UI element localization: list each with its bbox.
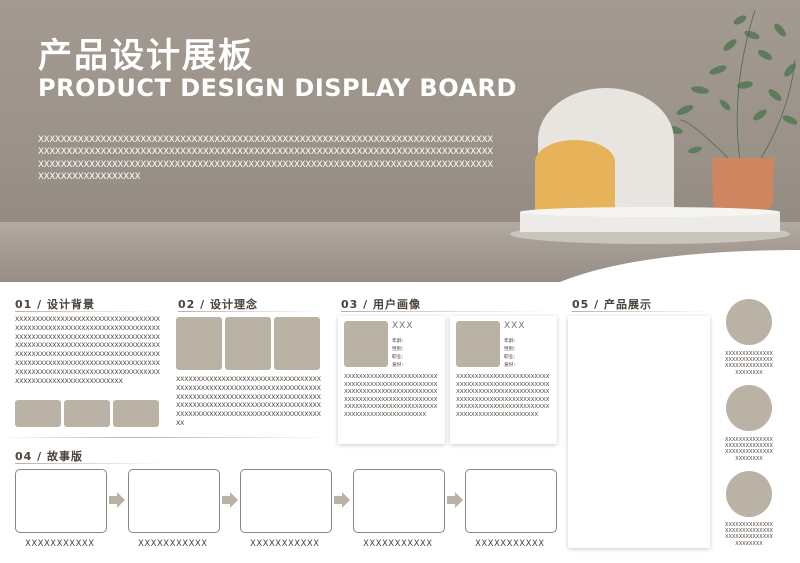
persona-name: XXX <box>504 321 526 331</box>
storyboard-caption-5: XXXXXXXXXXX <box>475 539 545 549</box>
row-divider <box>0 437 330 438</box>
concept-text: XXXXXXXXXXXXXXXXXXXXXXXXXXXXXXXXXXXXXXXX… <box>176 376 321 427</box>
background-image-3 <box>113 400 159 427</box>
section-title-showcase: 05 / 产品展示 <box>572 298 652 311</box>
background-text: XXXXXXXXXXXXXXXXXXXXXXXXXXXXXXXXXXXXXXXX… <box>15 316 160 385</box>
section-divider <box>178 311 323 312</box>
storyboard-caption-3: XXXXXXXXXXX <box>250 539 320 549</box>
persona-field: 职业: <box>392 355 404 360</box>
concept-image-3 <box>274 317 320 370</box>
page-title: 产品设计展板 <box>38 36 254 76</box>
section-title-concept: 02 / 设计理念 <box>178 298 258 311</box>
arrow-right-icon <box>447 492 463 508</box>
storyboard-frame-1 <box>15 469 107 533</box>
hero-banner: 产品设计展板 PRODUCT DESIGN DISPLAY BOARD XXXX… <box>0 0 800 282</box>
persona-text: XXXXXXXXXXXXXXXXXXXXXXXXXXXXXXXXXXXXXXXX… <box>456 374 550 418</box>
persona-field: 职业: <box>504 355 516 360</box>
background-image-2 <box>64 400 110 427</box>
persona-text: XXXXXXXXXXXXXXXXXXXXXXXXXXXXXXXXXXXXXXXX… <box>344 374 438 418</box>
section-divider <box>15 311 160 312</box>
persona-avatar <box>344 321 388 367</box>
persona-field: 爱好: <box>504 363 516 368</box>
section-title-persona: 03 / 用户画像 <box>341 298 421 311</box>
persona-field: 性别: <box>392 347 404 352</box>
concept-image-1 <box>176 317 222 370</box>
storyboard-caption-4: XXXXXXXXXXX <box>363 539 433 549</box>
product-image-2 <box>726 385 772 431</box>
section-title-storyboard: 04 / 故事版 <box>15 450 83 463</box>
product-caption-1: XXXXXXXXXXXXXXXXXXXXXXXXXXXXXXXXXXXXXXXX… <box>725 351 773 376</box>
persona-card-2: XXX 年龄: 性别: 职业: 爱好: XXXXXXXXXXXXXXXXXXXX… <box>450 316 557 444</box>
storyboard-frame-3 <box>240 469 332 533</box>
section-divider <box>572 311 712 312</box>
storyboard-caption-2: XXXXXXXXXXX <box>138 539 208 549</box>
product-image-3 <box>726 471 772 517</box>
section-divider <box>15 463 165 464</box>
persona-field: 爱好: <box>392 363 404 368</box>
background-image-1 <box>15 400 61 427</box>
section-title-background: 01 / 设计背景 <box>15 298 95 311</box>
product-caption-3: XXXXXXXXXXXXXXXXXXXXXXXXXXXXXXXXXXXXXXXX… <box>725 522 773 547</box>
arrow-right-icon <box>109 492 125 508</box>
persona-field: 年龄: <box>504 339 516 344</box>
section-divider <box>341 311 551 312</box>
concept-image-2 <box>225 317 271 370</box>
storyboard-caption-1: XXXXXXXXXXX <box>25 539 95 549</box>
storyboard-frame-5 <box>465 469 557 533</box>
persona-field: 性别: <box>504 347 516 352</box>
product-image-1 <box>726 299 772 345</box>
product-showcase-panel <box>568 316 710 548</box>
persona-field: 年龄: <box>392 339 404 344</box>
intro-text: XXXXXXXXXXXXXXXXXXXXXXXXXXXXXXXXXXXXXXXX… <box>38 135 493 182</box>
arrow-right-icon <box>222 492 238 508</box>
storyboard-frame-2 <box>128 469 220 533</box>
storyboard-frame-4 <box>353 469 445 533</box>
product-caption-2: XXXXXXXXXXXXXXXXXXXXXXXXXXXXXXXXXXXXXXXX… <box>725 437 773 462</box>
arrow-right-icon <box>334 492 350 508</box>
persona-name: XXX <box>392 321 414 331</box>
persona-card-1: XXX 年龄: 性别: 职业: 爱好: XXXXXXXXXXXXXXXXXXXX… <box>338 316 445 444</box>
persona-avatar <box>456 321 500 367</box>
page-subtitle: PRODUCT DESIGN DISPLAY BOARD <box>38 74 517 102</box>
